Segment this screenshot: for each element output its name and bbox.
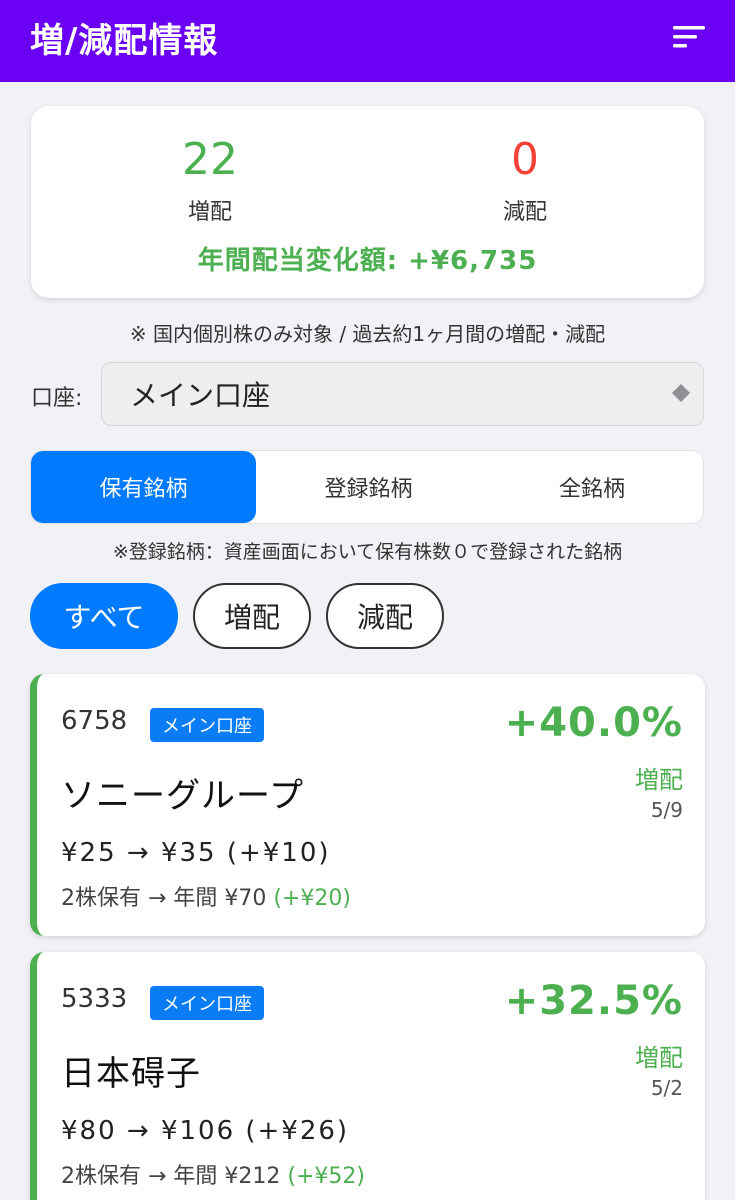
dividend-change: ¥25 → ¥35 (+¥10) <box>61 838 331 868</box>
decrease-count: 0 <box>511 134 539 185</box>
increase-count: 22 <box>182 134 238 185</box>
tab-registered[interactable]: 登録銘柄 <box>256 451 481 523</box>
filter-decrease-chip[interactable]: 減配 <box>326 583 444 649</box>
holding-info: 2株保有 → 年間 ¥70 (+¥20) <box>61 880 351 912</box>
increase-label: 増配 <box>187 200 232 225</box>
filter-increase-chip[interactable]: 増配 <box>193 583 311 649</box>
tab-holdings[interactable]: 保有銘柄 <box>31 451 256 523</box>
announce-date: 5/9 <box>650 798 683 822</box>
account-selected-value: メイン口座 <box>130 379 271 412</box>
increase-summary: 22 増配 <box>110 134 310 226</box>
sort-menu-icon[interactable] <box>669 17 709 57</box>
summary-card: 22 増配 0 減配 年間配当変化額: +¥6,735 <box>31 106 704 298</box>
filter-all-chip[interactable]: すべて <box>30 583 178 649</box>
holding-diff: (+¥52) <box>287 1164 365 1189</box>
account-select[interactable]: メイン口座 <box>101 362 704 426</box>
account-label: 口座: <box>31 386 83 411</box>
holding-info: 2株保有 → 年間 ¥212 (+¥52) <box>61 1158 365 1190</box>
scope-note: ※ 国内個別株のみ対象 / 過去約1ヶ月間の増配・減配 <box>129 322 606 346</box>
annual-change: 年間配当変化額: +¥6,735 <box>31 240 704 277</box>
tab-all[interactable]: 全銘柄 <box>481 451 703 523</box>
change-type: 増配 <box>635 766 683 794</box>
filter-chips: すべて 増配 減配 <box>30 583 444 649</box>
stock-name: ソニーグループ <box>61 776 304 816</box>
holding-diff: (+¥20) <box>273 886 351 911</box>
app-bar: 増/減配情報 <box>0 0 735 82</box>
page-title: 増/減配情報 <box>30 20 219 61</box>
change-type: 増配 <box>635 1044 683 1072</box>
select-caret-icon <box>672 384 690 402</box>
annual-change-label: 年間配当変化額: <box>197 246 399 276</box>
decrease-summary: 0 減配 <box>425 134 625 226</box>
holding-text: 2株保有 → 年間 ¥212 <box>61 1164 281 1189</box>
registered-note: ※登録銘柄：資産画面において保有株数０で登録された銘柄 <box>112 541 623 563</box>
change-rate: +32.5% <box>504 978 683 1024</box>
stock-code: 6758 <box>61 706 128 736</box>
annual-change-value: +¥6,735 <box>408 246 538 276</box>
stock-card[interactable]: 5333 メイン口座 日本碍子 +32.5% 増配 5/2 ¥80 → ¥106… <box>30 952 705 1200</box>
change-rate: +40.0% <box>504 700 683 746</box>
holding-text: 2株保有 → 年間 ¥70 <box>61 886 267 911</box>
stock-code: 5333 <box>61 984 128 1014</box>
stock-card[interactable]: 6758 メイン口座 ソニーグループ +40.0% 増配 5/9 ¥25 → ¥… <box>30 674 705 936</box>
dividend-change: ¥80 → ¥106 (+¥26) <box>61 1116 350 1146</box>
account-badge: メイン口座 <box>150 708 264 742</box>
account-badge: メイン口座 <box>150 986 264 1020</box>
decrease-label: 減配 <box>502 200 547 225</box>
announce-date: 5/2 <box>650 1076 683 1100</box>
holding-segment-control: 保有銘柄 登録銘柄 全銘柄 <box>30 450 704 524</box>
stock-name: 日本碍子 <box>61 1054 201 1094</box>
